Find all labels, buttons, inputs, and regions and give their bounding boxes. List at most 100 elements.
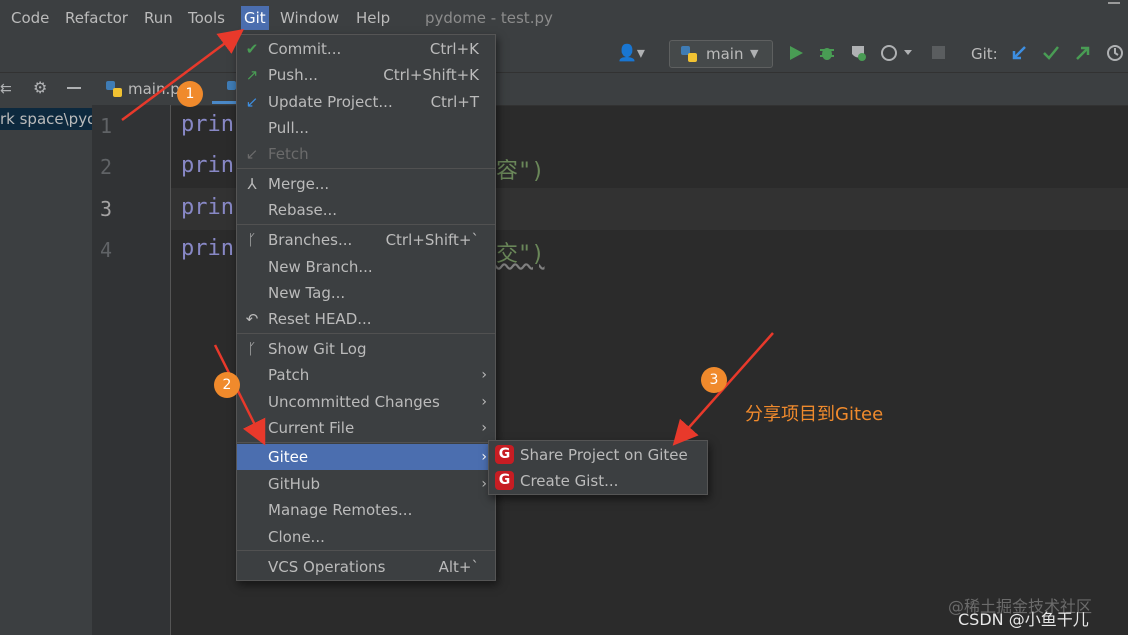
user-icon[interactable]: 👤▾ bbox=[617, 43, 645, 63]
menu-fetch: ↙ Fetch bbox=[237, 141, 495, 167]
git-toolbar-label: Git: bbox=[971, 45, 998, 63]
menu-pull[interactable]: Pull... bbox=[237, 115, 495, 141]
menu-reset-head[interactable]: ↶ Reset HEAD... bbox=[237, 306, 495, 332]
menu-item-label: VCS Operations bbox=[268, 558, 386, 576]
line-number: 2 bbox=[100, 155, 113, 179]
menu-branches[interactable]: ᚴ Branches... Ctrl+Shift+` bbox=[237, 227, 495, 253]
menu-item-label: Share Project on Gitee bbox=[520, 446, 688, 464]
menu-item-label: Commit... bbox=[268, 40, 342, 58]
code-line[interactable]: prin bbox=[181, 153, 234, 178]
check-icon: ✔ bbox=[245, 40, 259, 58]
menu-push[interactable]: ↗ Push... Ctrl+Shift+K bbox=[237, 62, 495, 88]
menu-separator bbox=[237, 168, 495, 169]
branch-selector[interactable]: main ▼ bbox=[669, 40, 773, 68]
step-badge-3: 3 bbox=[701, 367, 727, 393]
menubar: Code Refactor Run Tools Git Window Help … bbox=[0, 0, 1128, 36]
git-menu: ✔ Commit... Ctrl+K ↗ Push... Ctrl+Shift+… bbox=[236, 34, 496, 581]
menu-item-label: Current File bbox=[268, 419, 355, 437]
menu-commit[interactable]: ✔ Commit... Ctrl+K bbox=[237, 36, 495, 62]
menu-update-project[interactable]: ↙ Update Project... Ctrl+T bbox=[237, 89, 495, 115]
history-icon[interactable] bbox=[1106, 44, 1124, 62]
menu-share-project-on-gitee[interactable]: G Share Project on Gitee bbox=[489, 442, 707, 468]
branch-label: main bbox=[706, 45, 744, 63]
menu-tools[interactable]: Tools bbox=[188, 8, 225, 28]
code-line[interactable]: prin bbox=[181, 195, 234, 220]
menu-clone[interactable]: Clone... bbox=[237, 524, 495, 550]
menu-item-label: Patch bbox=[268, 366, 310, 384]
chevron-right-icon: › bbox=[481, 449, 487, 465]
line-number: 3 bbox=[100, 197, 113, 221]
menu-github[interactable]: GitHub › bbox=[237, 471, 495, 497]
menu-item-label: Pull... bbox=[268, 119, 309, 137]
menu-help[interactable]: Help bbox=[356, 8, 390, 28]
menu-refactor[interactable]: Refactor bbox=[65, 8, 128, 28]
project-panel bbox=[0, 73, 93, 635]
menu-separator bbox=[237, 442, 495, 443]
chevron-right-icon: › bbox=[481, 476, 487, 492]
menu-current-file[interactable]: Current File › bbox=[237, 415, 495, 441]
python-file-icon bbox=[106, 81, 122, 97]
step-badge-1: 1 bbox=[177, 81, 203, 107]
menu-git[interactable]: Git bbox=[241, 6, 269, 30]
menu-new-branch[interactable]: New Branch... bbox=[237, 254, 495, 280]
watermark-csdn: CSDN @小鱼干儿 bbox=[958, 610, 1089, 629]
menu-manage-remotes[interactable]: Manage Remotes... bbox=[237, 497, 495, 523]
menu-item-label: Clone... bbox=[268, 528, 325, 546]
code-line[interactable]: prin bbox=[181, 236, 234, 261]
menu-separator bbox=[237, 550, 495, 551]
profile-icon[interactable] bbox=[880, 44, 914, 62]
branch-icon: ᚴ bbox=[247, 231, 257, 249]
menu-merge[interactable]: ⅄ Merge... bbox=[237, 171, 495, 197]
step-badge-2: 2 bbox=[214, 372, 240, 398]
annotation-note: 分享项目到Gitee bbox=[745, 404, 884, 425]
menu-vcs-operations[interactable]: VCS Operations Alt+` bbox=[237, 554, 495, 580]
shortcut-label: Ctrl+Shift+K bbox=[383, 66, 479, 84]
menu-item-label: Show Git Log bbox=[268, 340, 367, 358]
menu-item-label: Fetch bbox=[268, 145, 309, 163]
shortcut-label: Ctrl+Shift+` bbox=[385, 231, 479, 249]
menu-item-label: Create Gist... bbox=[520, 472, 619, 490]
line-gutter bbox=[92, 105, 171, 635]
project-tree-root[interactable]: rk space\pyd bbox=[0, 108, 92, 130]
menu-create-gist[interactable]: G Create Gist... bbox=[489, 468, 707, 494]
menu-window[interactable]: Window bbox=[280, 8, 339, 28]
menu-new-tag[interactable]: New Tag... bbox=[237, 280, 495, 306]
fetch-icon: ↙ bbox=[245, 145, 259, 163]
menu-run[interactable]: Run bbox=[144, 8, 173, 28]
code-line-tail[interactable]: 容") bbox=[496, 153, 545, 185]
menu-show-git-log[interactable]: ᚴ Show Git Log bbox=[237, 336, 495, 362]
stop-icon[interactable] bbox=[932, 46, 945, 59]
gitee-submenu: G Share Project on Gitee G Create Gist..… bbox=[488, 440, 708, 495]
push-arrow-icon: ↗ bbox=[245, 66, 259, 84]
code-line-tail[interactable]: 交") bbox=[496, 236, 545, 268]
window-title: pydome - test.py bbox=[425, 9, 553, 27]
gitee-icon: G bbox=[495, 471, 514, 490]
menu-item-label: Uncommitted Changes bbox=[268, 393, 440, 411]
menu-gitee[interactable]: Gitee › bbox=[237, 444, 495, 470]
minimize-icon[interactable] bbox=[1108, 2, 1120, 4]
toolbar bbox=[0, 36, 1128, 73]
coverage-icon[interactable] bbox=[849, 44, 867, 62]
menu-uncommitted-changes[interactable]: Uncommitted Changes › bbox=[237, 389, 495, 415]
run-icon[interactable] bbox=[788, 45, 804, 61]
code-line[interactable]: prin bbox=[181, 112, 234, 137]
menu-item-label: Manage Remotes... bbox=[268, 501, 413, 519]
gear-icon[interactable]: ⚙ bbox=[33, 78, 47, 98]
menu-rebase[interactable]: Rebase... bbox=[237, 197, 495, 223]
git-push-icon[interactable] bbox=[1074, 44, 1092, 62]
line-number: 4 bbox=[100, 238, 113, 262]
python-icon bbox=[681, 46, 697, 62]
gitee-icon: G bbox=[495, 445, 514, 464]
chevron-right-icon: › bbox=[481, 367, 487, 383]
git-update-icon[interactable] bbox=[1010, 44, 1028, 62]
git-commit-icon[interactable] bbox=[1042, 44, 1060, 62]
chevron-right-icon: › bbox=[481, 420, 487, 436]
menu-code[interactable]: Code bbox=[11, 8, 49, 28]
update-arrow-icon: ↙ bbox=[245, 93, 259, 111]
menu-patch[interactable]: Patch › bbox=[237, 362, 495, 388]
collapse-icon[interactable]: ⇇ bbox=[0, 79, 12, 99]
debug-icon[interactable] bbox=[818, 44, 836, 62]
hide-panel-icon[interactable] bbox=[67, 87, 81, 89]
menu-separator bbox=[237, 333, 495, 334]
tab-main[interactable]: main.py bbox=[128, 79, 184, 99]
